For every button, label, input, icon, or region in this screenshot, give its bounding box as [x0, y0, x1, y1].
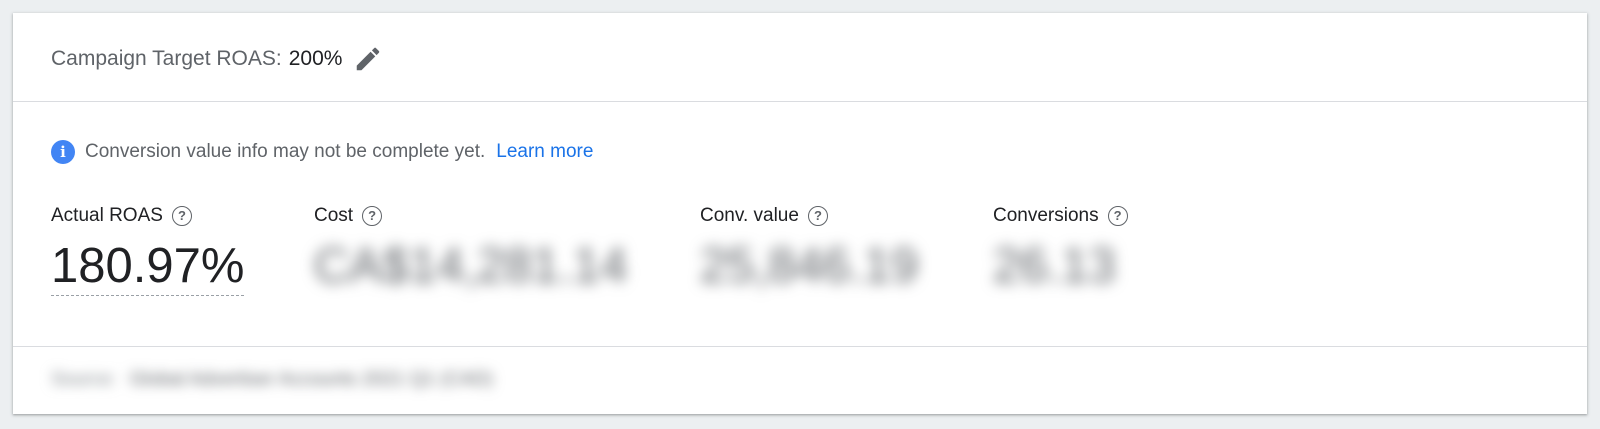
footer-source-text: Global Advertiser Accounts 2021 Q1 (CAD) — [129, 369, 494, 390]
edit-target-button[interactable] — [352, 43, 384, 75]
footer-prefix: Source: — [51, 369, 117, 390]
info-icon: i — [51, 140, 75, 164]
target-roas-label: Campaign Target ROAS: — [51, 47, 282, 70]
target-roas-card: Campaign Target ROAS: 200% i Conversion … — [13, 13, 1587, 414]
card-body: i Conversion value info may not be compl… — [13, 102, 1587, 347]
help-icon[interactable]: ? — [171, 206, 192, 226]
metric-label-text: Cost — [314, 205, 354, 226]
metric-actual-roas: Actual ROAS ? 180.97% — [51, 205, 245, 296]
info-message: Conversion value info may not be complet… — [85, 141, 486, 162]
metric-label: Conversions ? — [993, 205, 1128, 227]
metric-label-text: Conv. value — [700, 205, 799, 226]
metric-conversions: Conversions ? 26.13 — [993, 205, 1128, 293]
footer-source: Source: Global Advertiser Accounts 2021 … — [51, 369, 493, 391]
card-footer: Source: Global Advertiser Accounts 2021 … — [13, 347, 1587, 414]
metric-label-text: Actual ROAS — [51, 205, 163, 226]
metric-conv-value: Conv. value ? 25,846.19 — [700, 205, 918, 293]
info-banner: i Conversion value info may not be compl… — [51, 140, 593, 164]
help-icon[interactable]: ? — [1107, 206, 1128, 226]
metric-label: Conv. value ? — [700, 205, 918, 227]
metric-value[interactable]: 180.97% — [51, 239, 245, 296]
target-roas-line: Campaign Target ROAS: 200% — [51, 43, 384, 75]
metric-cost: Cost ? CA$14,281.14 — [314, 205, 627, 293]
metric-label-text: Conversions — [993, 205, 1099, 226]
metric-label: Cost ? — [314, 205, 627, 227]
metric-value: 26.13 — [993, 239, 1116, 293]
help-icon[interactable]: ? — [362, 206, 383, 226]
learn-more-link[interactable]: Learn more — [496, 141, 593, 163]
card-header: Campaign Target ROAS: 200% — [13, 13, 1587, 102]
metric-label: Actual ROAS ? — [51, 205, 244, 227]
metric-value: 25,846.19 — [700, 239, 918, 293]
pencil-icon — [357, 47, 380, 71]
metric-value: CA$14,281.14 — [314, 239, 628, 293]
help-icon[interactable]: ? — [807, 206, 828, 226]
target-roas-value: 200% — [288, 47, 343, 70]
